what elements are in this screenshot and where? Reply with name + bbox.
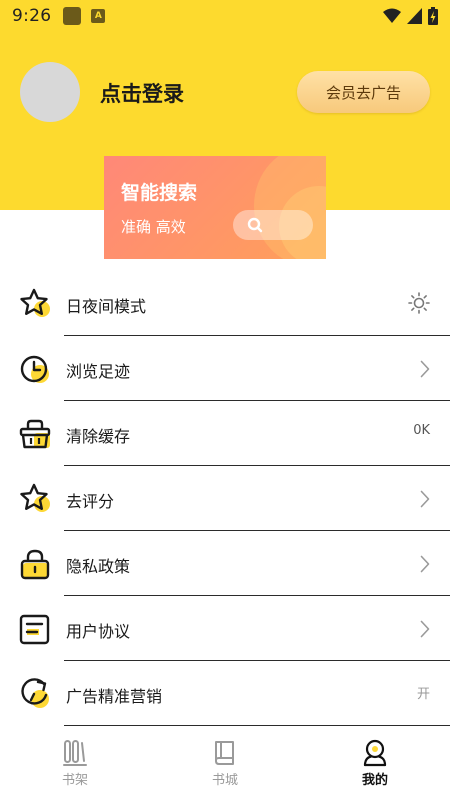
smart-search-banner[interactable]: 智能搜索 准确 高效 [104,156,326,259]
settings-menu: 日夜间模式 浏览足迹 清除缓存 0K 去评分 隐私政策 用户协议 广告精准营销 … [0,271,450,726]
document-icon [19,614,50,645]
bookshelf-icon [63,740,87,766]
login-link[interactable]: 点击登录 [100,78,184,108]
menu-item-label: 广告精准营销 [66,687,163,706]
vip-remove-ads-button[interactable]: 会员去广告 [297,71,430,113]
menu-item-label: 去评分 [66,492,115,511]
nav-tab-label: 书城 [211,773,238,788]
chevron-right-icon [420,555,430,573]
nav-tab-label: 书架 [61,773,88,788]
lock-icon [20,549,50,580]
book-icon [215,741,234,765]
menu-item-browse-history[interactable]: 浏览足迹 [0,336,450,401]
keyboard-notification-icon: A [91,9,106,23]
status-time: 9:26 [12,6,52,26]
nav-tab-mine[interactable]: 我的 [300,734,450,800]
menu-item-label: 日夜间模式 [66,297,147,316]
menu-item-night-mode[interactable]: 日夜间模式 [0,271,450,336]
refresh-icon [21,678,49,708]
menu-item-privacy-policy[interactable]: 隐私政策 [0,531,450,596]
cache-size-value: 0K [413,423,430,438]
user-icon [363,739,387,767]
menu-item-rate[interactable]: 去评分 [0,466,450,531]
wifi-icon [383,8,401,23]
notification-icon [63,7,82,25]
star-icon [20,288,50,317]
banner-search-button[interactable] [233,210,313,240]
battery-icon [428,7,438,25]
nav-tab-bookstore[interactable]: 书城 [150,734,300,800]
menu-item-label: 隐私政策 [66,557,131,576]
banner-subtitle: 准确 高效 [121,218,186,236]
menu-item-label: 浏览足迹 [66,362,131,381]
nav-tab-label: 我的 [361,773,388,788]
star-icon [20,483,50,512]
menu-item-label: 用户协议 [66,622,131,641]
avatar[interactable] [20,62,80,122]
ad-targeting-status[interactable]: 开 [417,683,430,702]
search-icon [247,217,263,233]
nav-tab-bookshelf[interactable]: 书架 [0,734,150,800]
menu-item-label: 清除缓存 [66,427,131,446]
menu-item-ad-targeting[interactable]: 广告精准营销 开 [0,661,450,726]
chevron-right-icon [420,620,430,638]
signal-icon [407,8,422,24]
clock-icon [20,355,49,383]
basket-icon [19,419,51,449]
chevron-right-icon [420,490,430,508]
menu-item-clear-cache[interactable]: 清除缓存 0K [0,401,450,466]
chevron-right-icon [420,360,430,378]
bottom-nav: 书架 书城 我的 [0,734,450,800]
menu-item-user-agreement[interactable]: 用户协议 [0,596,450,661]
sun-icon[interactable] [408,292,430,314]
banner-title: 智能搜索 [121,182,198,204]
status-bar: 9:26 A [0,0,450,32]
